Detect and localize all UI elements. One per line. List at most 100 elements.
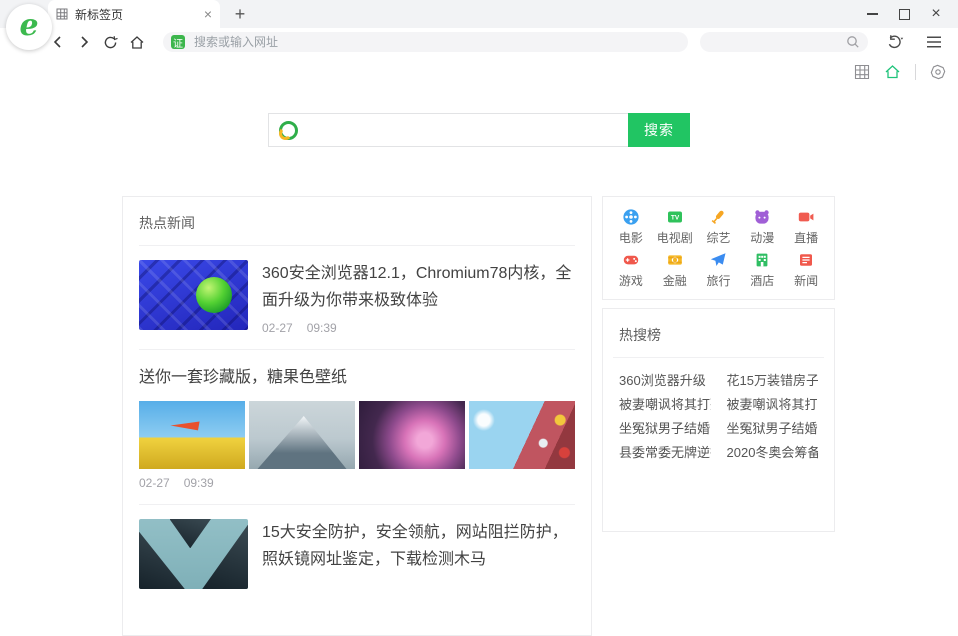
category-anime[interactable]: 动漫 [740, 205, 784, 248]
home-icon [130, 35, 144, 49]
hot-search-text: 被妻嘲讽将其打死 [726, 396, 819, 412]
search-button[interactable]: 搜索 [628, 113, 690, 147]
finance-ticket-icon [667, 254, 682, 265]
news-item-title[interactable]: 送你一套珍藏版，糖果色壁纸 [139, 364, 575, 391]
mountain-peak-graphic [257, 415, 347, 469]
wallpaper-flower-image[interactable] [359, 401, 465, 469]
home-page-button[interactable] [884, 64, 901, 80]
page-corner-icons [854, 64, 946, 80]
categories-panel: 电影 TV 电视剧 综艺 动漫 直播 游戏 金融 旅行 酒店 新闻 [602, 196, 835, 300]
undo-icon [888, 35, 904, 49]
hot-search-panel: 热搜榜 360浏览器升级↑ 花15万装错房子 被妻嘲讽将其打死↑ 被妻嘲讽将其打… [602, 308, 835, 532]
titlebar: 新标签页 × + × [0, 0, 958, 28]
tab-close-icon[interactable]: × [204, 7, 212, 21]
divider [915, 64, 916, 80]
news-item[interactable]: 送你一套珍藏版，糖果色壁纸 02-27 09:39 [139, 350, 575, 490]
news-item[interactable]: 15大安全防护，安全领航，网站阻拦防护，照妖镜网址鉴定，下载检测木马 [139, 505, 575, 589]
hot-search-item[interactable]: 被妻嘲讽将其打死↑ [619, 391, 711, 415]
hot-search-item[interactable]: 坐冤狱男子结婚 [727, 415, 819, 439]
hot-search-item[interactable]: 被妻嘲讽将其打死 [727, 391, 819, 415]
maximize-button[interactable] [888, 0, 920, 28]
category-news[interactable]: 新闻 [784, 248, 828, 291]
tv-icon: TV [667, 211, 682, 222]
address-input[interactable] [192, 34, 680, 50]
browser-tab[interactable]: 新标签页 × [48, 0, 220, 28]
news-item-title[interactable]: 360安全浏览器12.1，Chromium78内核，全面升级为你带来极致体验 [262, 260, 575, 314]
airplane-icon [711, 252, 726, 266]
security-badge-icon[interactable]: 证 [171, 35, 185, 50]
news-thumbnail-cubes[interactable] [139, 260, 248, 330]
gamepad-icon [623, 255, 639, 264]
reload-button[interactable] [98, 28, 122, 56]
reload-icon [104, 35, 118, 48]
hot-search-text: 花15万装错房子 [726, 372, 819, 388]
toolbar-search-box[interactable] [700, 32, 868, 52]
anime-bear-icon [755, 209, 769, 224]
news-item-title[interactable]: 15大安全防护，安全领航，网站阻拦防护，照妖镜网址鉴定，下载检测木马 [262, 519, 575, 573]
hot-search-item[interactable]: 坐冤狱男子结婚↓ [619, 415, 711, 439]
minimize-button[interactable] [856, 0, 888, 28]
news-item-time: 02-27 09:39 [262, 321, 575, 335]
forward-button[interactable] [72, 28, 96, 56]
category-label: 动漫 [750, 230, 775, 245]
category-tv-series[interactable]: TV 电视剧 [653, 205, 697, 248]
category-finance[interactable]: 金融 [653, 248, 697, 291]
address-bar[interactable]: 证 [163, 32, 688, 52]
category-label: 旅行 [706, 273, 731, 288]
hot-search-text: 被妻嘲讽将其打死 [619, 396, 711, 412]
main-search: 搜索 [268, 113, 690, 147]
main-search-box[interactable] [268, 113, 628, 147]
divider [613, 357, 824, 358]
apps-grid-button[interactable] [854, 64, 870, 80]
building-graphic [202, 524, 248, 589]
category-hotel[interactable]: 酒店 [740, 248, 784, 291]
news-thumbnail-skyscrapers[interactable] [139, 519, 248, 589]
forward-icon [81, 36, 89, 48]
building-graphic [169, 519, 211, 549]
news-clock: 09:39 [183, 476, 214, 490]
toolbar-search-input[interactable] [708, 34, 846, 50]
tab-title: 新标签页 [75, 7, 124, 22]
news-date: 02-27 [139, 476, 170, 490]
menu-button[interactable] [920, 28, 948, 56]
so360-logo-icon [279, 120, 298, 140]
hot-search-text: 县委常委无牌逆行 [619, 444, 711, 460]
window-controls: × [856, 0, 952, 28]
close-button[interactable]: × [920, 0, 952, 28]
movie-icon [623, 208, 639, 225]
news-item[interactable]: 360安全浏览器12.1，Chromium78内核，全面升级为你带来极致体验 0… [139, 246, 575, 335]
category-label: 电影 [618, 230, 643, 245]
category-variety[interactable]: 综艺 [697, 205, 741, 248]
new-tab-button[interactable]: + [228, 2, 252, 26]
newspaper-icon [800, 253, 813, 266]
browser-logo[interactable]: e [6, 4, 52, 50]
hot-search-item[interactable]: 花15万装错房子 [727, 367, 819, 391]
search-icon [846, 35, 860, 49]
hamburger-menu-icon [927, 36, 941, 48]
svg-text:TV: TV [671, 214, 680, 221]
category-movie[interactable]: 电影 [609, 205, 653, 248]
category-travel[interactable]: 旅行 [697, 248, 741, 291]
category-label: 游戏 [618, 273, 643, 288]
wallpaper-mountain-image[interactable] [249, 401, 355, 469]
category-games[interactable]: 游戏 [609, 248, 653, 291]
hot-search-item[interactable]: 县委常委无牌逆行 [619, 439, 711, 463]
wallpaper-thumbnails [139, 401, 575, 469]
hot-search-item[interactable]: 360浏览器升级↑ [619, 367, 711, 391]
new-tab-page: 搜索 热点新闻 360安全浏览器12.1，Chromium78内核，全面升级为你… [0, 56, 958, 636]
category-label: 综艺 [706, 230, 731, 245]
main-search-input[interactable] [306, 121, 618, 139]
green-sphere-graphic [195, 276, 232, 313]
hot-search-item[interactable]: 2020冬奥会筹备中 [727, 439, 819, 463]
hot-search-text: 坐冤狱男子结婚 [619, 420, 711, 436]
hot-search-text: 坐冤狱男子结婚 [726, 420, 818, 436]
microphone-icon [712, 210, 725, 224]
category-live[interactable]: 直播 [784, 205, 828, 248]
wallpaper-candy-image[interactable] [469, 401, 575, 469]
category-label: 酒店 [750, 273, 775, 288]
settings-button[interactable] [930, 64, 946, 80]
home-button[interactable] [125, 28, 149, 56]
wallpaper-glider-image[interactable] [139, 401, 245, 469]
news-item-time: 02-27 09:39 [139, 476, 575, 490]
undo-button[interactable] [886, 28, 904, 56]
